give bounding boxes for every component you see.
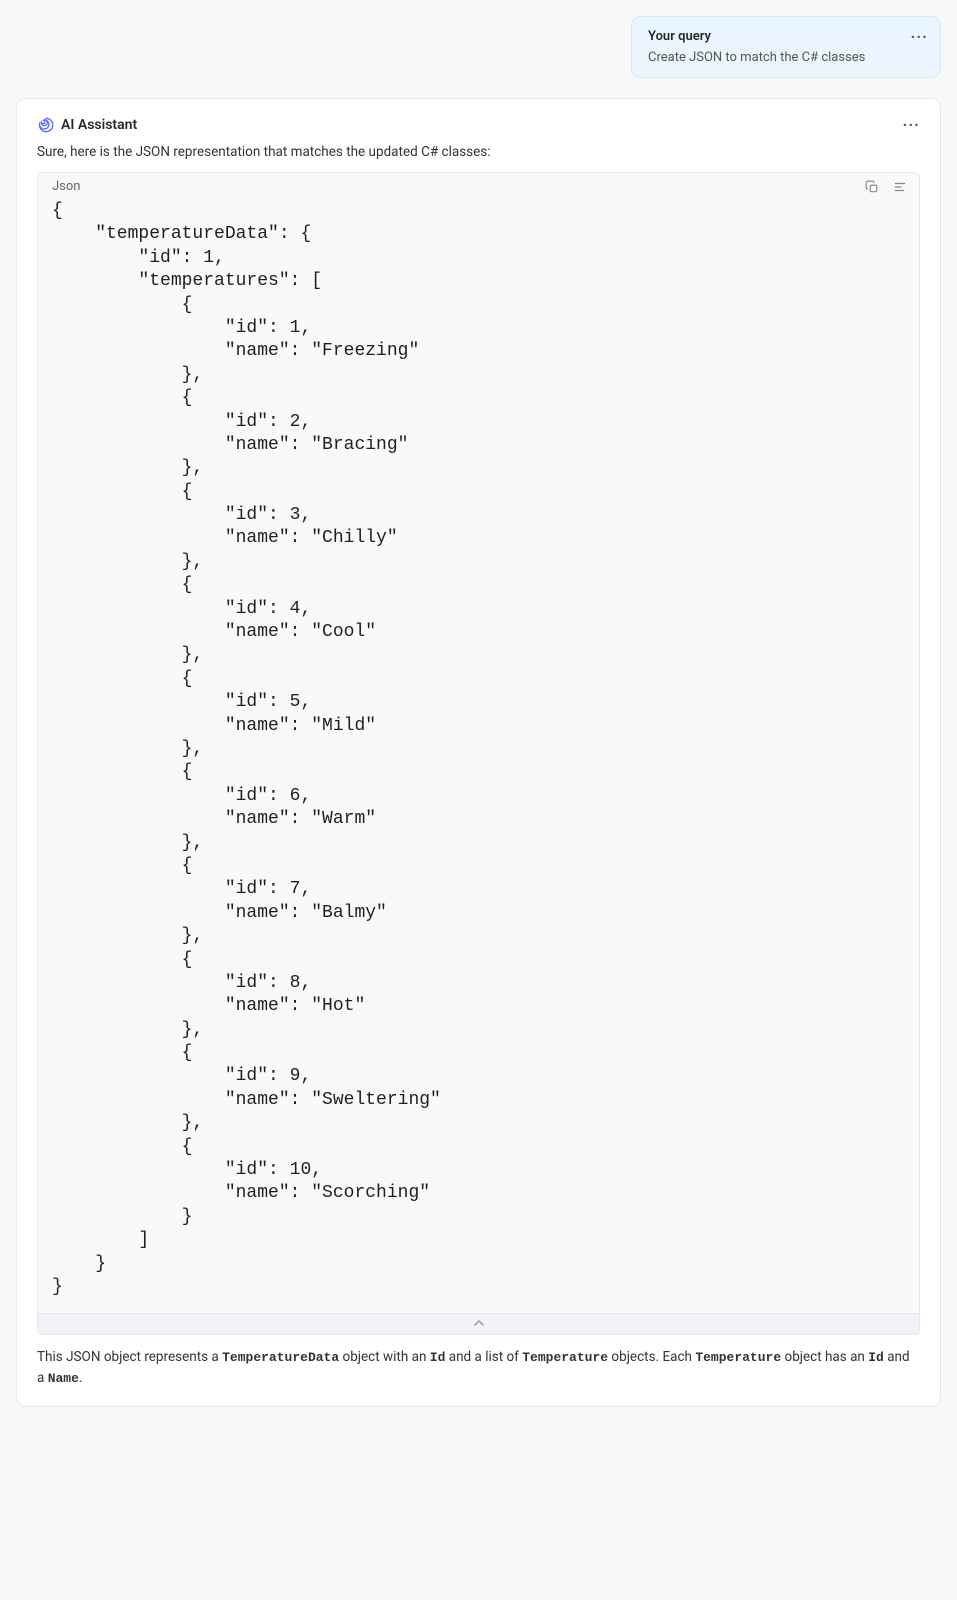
outro-code: Id <box>430 1350 446 1365</box>
query-label: Your query <box>648 29 924 44</box>
outro-segment: object with an <box>339 1349 430 1365</box>
code-content[interactable]: { "temperatureData": { "id": 1, "tempera… <box>38 198 919 1313</box>
outro-segment: objects. Each <box>608 1349 695 1365</box>
outro-code: Id <box>868 1350 884 1365</box>
outro-segment: and a list of <box>445 1349 522 1365</box>
outro-code: Temperature <box>522 1350 608 1365</box>
code-block: Json { "temperatureData": { <box>37 172 920 1335</box>
format-icon[interactable] <box>893 180 907 194</box>
assistant-outro-text: This JSON object represents a Temperatur… <box>37 1347 920 1388</box>
response-more-icon[interactable]: ··· <box>903 115 920 134</box>
ai-spiral-icon <box>37 116 55 134</box>
outro-segment: . <box>79 1370 83 1386</box>
response-title-wrap: AI Assistant <box>37 116 137 134</box>
assistant-title: AI Assistant <box>61 117 137 133</box>
query-container: Your query Create JSON to match the C# c… <box>16 16 941 78</box>
query-text: Create JSON to match the C# classes <box>648 50 924 65</box>
assistant-response-card: AI Assistant ··· Sure, here is the JSON … <box>16 98 941 1407</box>
query-bubble: Your query Create JSON to match the C# c… <box>631 16 941 78</box>
collapse-icon[interactable] <box>38 1313 919 1334</box>
code-language-label: Json <box>52 179 80 194</box>
copy-icon[interactable] <box>865 180 879 194</box>
outro-code: Temperature <box>695 1350 781 1365</box>
outro-segment: object has an <box>781 1349 868 1365</box>
outro-code: Name <box>48 1371 79 1386</box>
assistant-intro-text: Sure, here is the JSON representation th… <box>37 144 920 160</box>
query-more-icon[interactable]: ··· <box>911 27 928 46</box>
outro-code: TemperatureData <box>222 1350 339 1365</box>
response-header: AI Assistant ··· <box>37 115 920 134</box>
outro-segment: This JSON object represents a <box>37 1349 222 1365</box>
code-toolbar: Json <box>38 173 919 198</box>
code-actions <box>865 180 907 194</box>
